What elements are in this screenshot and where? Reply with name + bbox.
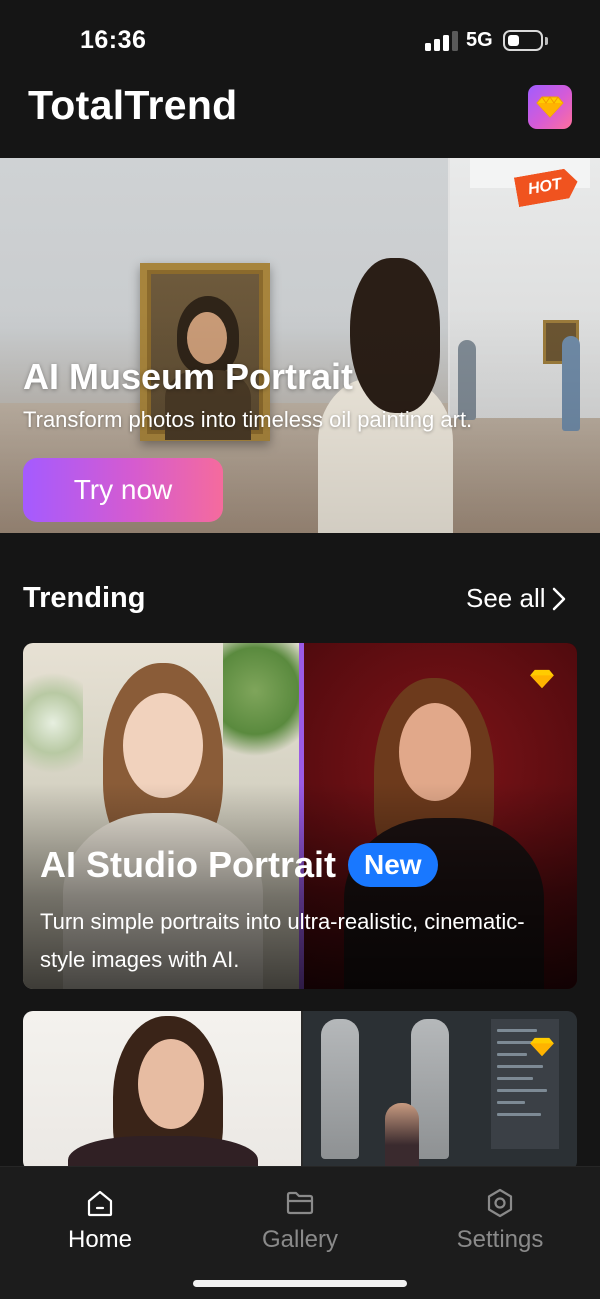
battery-icon — [503, 30, 543, 51]
section-title-trending: Trending — [23, 582, 146, 614]
app-title: TotalTrend — [28, 82, 238, 128]
diamond-icon — [536, 96, 564, 118]
tab-home[interactable]: Home — [30, 1187, 170, 1254]
gear-hexagon-icon — [487, 1188, 513, 1218]
status-bar: 16:36 5G — [0, 0, 600, 80]
see-all-link[interactable]: See all — [466, 583, 566, 614]
card-2-left-photo — [23, 1011, 301, 1171]
status-time: 16:36 — [80, 26, 147, 54]
card-description: Turn simple portraits into ultra-realist… — [40, 909, 525, 972]
trending-card-studio-portrait[interactable]: AI Studio Portrait New Turn simple portr… — [23, 643, 577, 989]
chevron-right-icon — [552, 587, 565, 610]
tab-gallery[interactable]: Gallery — [230, 1187, 370, 1254]
premium-button[interactable] — [528, 85, 572, 129]
app-header: TotalTrend — [0, 80, 600, 158]
network-label: 5G — [466, 29, 493, 51]
try-now-button[interactable]: Try now — [23, 458, 223, 522]
hero-banner[interactable]: HOT AI Museum Portrait Transform photos … — [0, 158, 600, 533]
tab-label: Gallery — [261, 1226, 339, 1253]
home-icon — [87, 1190, 113, 1217]
new-badge: New — [348, 843, 438, 887]
hero-subtitle: Transform photos into timeless oil paint… — [23, 407, 473, 432]
tab-label: Home — [67, 1226, 133, 1253]
card-title: AI Studio Portrait — [40, 844, 336, 885]
battery-tip — [545, 37, 548, 45]
diamond-icon — [530, 1037, 554, 1057]
see-all-label: See all — [466, 583, 546, 613]
diamond-icon — [530, 669, 554, 689]
tab-label: Settings — [456, 1226, 544, 1253]
home-indicator — [193, 1280, 407, 1287]
tab-settings[interactable]: Settings — [430, 1187, 570, 1254]
card-2-right-photo — [303, 1011, 577, 1171]
card-title-row: AI Studio Portrait New — [40, 843, 438, 887]
signal-icon — [425, 31, 459, 51]
hero-title: AI Museum Portrait — [23, 356, 354, 397]
trending-card-2[interactable] — [23, 1011, 577, 1171]
folder-icon — [286, 1191, 314, 1215]
